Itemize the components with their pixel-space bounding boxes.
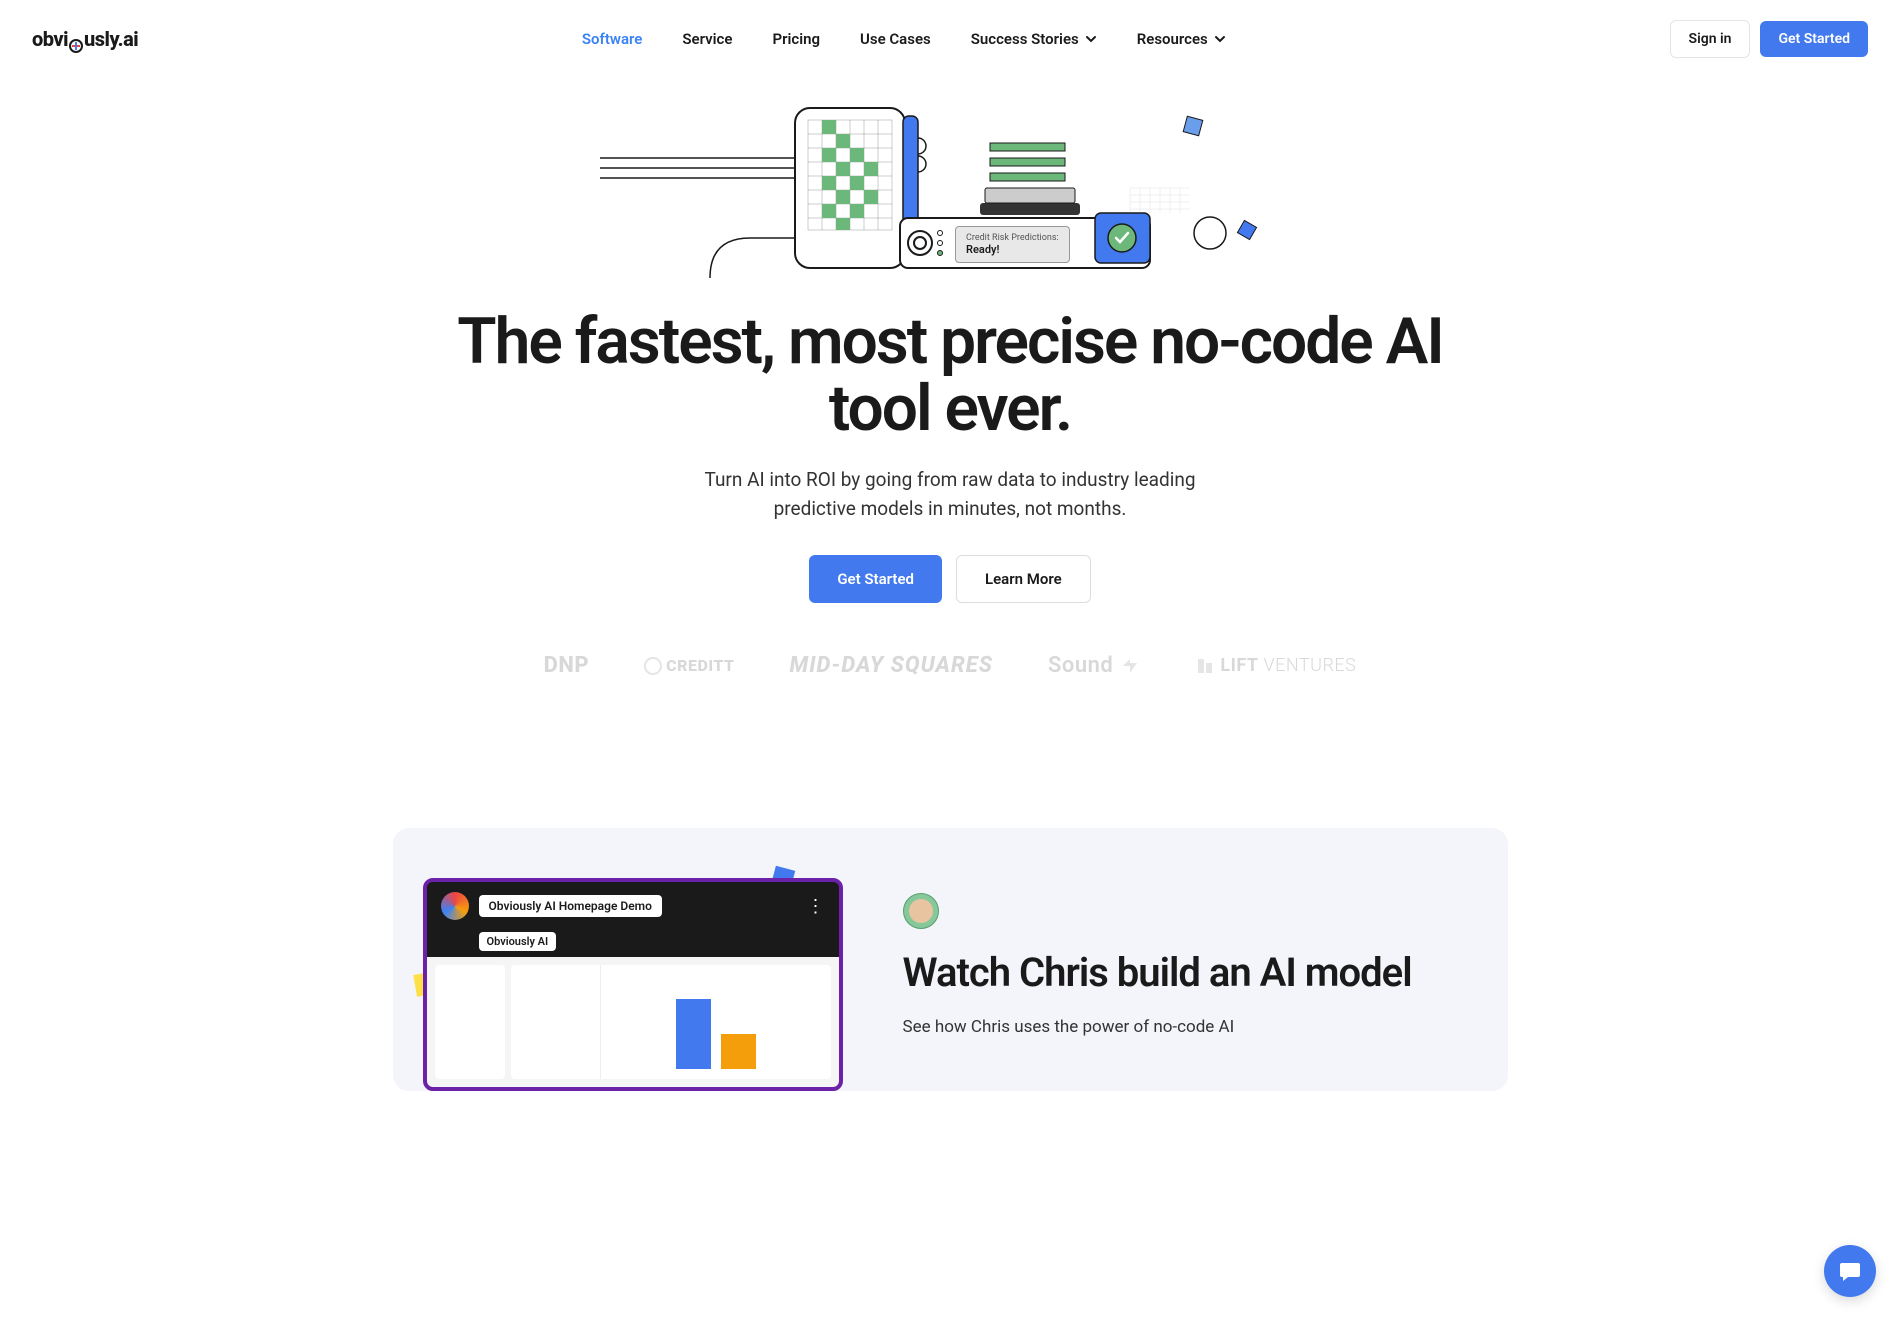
nav-use-cases[interactable]: Use Cases [860, 30, 931, 48]
logo-text-pre: obvi [32, 27, 68, 51]
nav-item-label: Service [682, 30, 732, 48]
hero-get-started-button[interactable]: Get Started [809, 555, 942, 603]
demo-video-player[interactable]: Obviously AI Homepage Demo ⋮ Obviously A… [423, 878, 843, 1091]
demo-app-sidebar [435, 965, 505, 1079]
client-logo-midday: MID-DAY SQUARES [790, 653, 993, 678]
nav-service[interactable]: Service [682, 30, 732, 48]
demo-text: See how Chris uses the power of no-code … [903, 1015, 1438, 1041]
chat-widget-button[interactable] [1824, 1245, 1876, 1297]
demo-heading: Watch Chris build an AI model [903, 951, 1438, 995]
demo-bar [721, 1034, 756, 1069]
demo-chart [601, 965, 831, 1079]
video-menu-icon[interactable]: ⋮ [807, 896, 825, 917]
client-logo-lift: LIFT VENTURES [1196, 655, 1356, 676]
chevron-down-icon [1214, 33, 1226, 45]
get-started-button[interactable]: Get Started [1760, 21, 1868, 57]
demo-content: Watch Chris build an AI model See how Ch… [903, 878, 1438, 1041]
client-logo-creditt: CREDITT [644, 656, 734, 675]
chat-icon [1838, 1259, 1862, 1283]
logo-icon [69, 34, 83, 48]
client-logos: DNP CREDITT MID-DAY SQUARES Sound LIFT V… [420, 653, 1480, 678]
hero-subtitle: Turn AI into ROI by going from raw data … [670, 466, 1230, 523]
nav-item-label: Resources [1137, 30, 1208, 48]
hero-actions: Get Started Learn More [420, 555, 1480, 603]
nav-item-label: Use Cases [860, 30, 931, 48]
video-player-subtitle: Obviously AI [479, 932, 557, 951]
client-logo-dnp: DNP [544, 653, 590, 678]
hero-learn-more-button[interactable]: Learn More [956, 555, 1091, 603]
main-nav: Software Service Pricing Use Cases Succe… [582, 30, 1226, 48]
video-player-body [427, 957, 839, 1087]
demo-section: Obviously AI Homepage Demo ⋮ Obviously A… [393, 828, 1508, 1091]
badge-label: Credit Risk Predictions: [966, 233, 1059, 243]
nav-software[interactable]: Software [582, 30, 642, 48]
client-logo-sound: Sound [1048, 653, 1141, 678]
video-player-title: Obviously AI Homepage Demo [479, 895, 662, 917]
signin-button[interactable]: Sign in [1670, 20, 1751, 58]
hero-illustration: Credit Risk Predictions: Ready! [420, 98, 1480, 278]
illustration-status-badge: Credit Risk Predictions: Ready! [955, 226, 1070, 263]
badge-value: Ready! [966, 243, 1059, 256]
logo[interactable]: obvi usly.ai [32, 27, 138, 51]
nav-pricing[interactable]: Pricing [772, 30, 820, 48]
video-player-header: Obviously AI Homepage Demo ⋮ [427, 882, 839, 930]
demo-bar [676, 999, 711, 1069]
presenter-avatar [903, 893, 939, 929]
nav-item-label: Software [582, 30, 642, 48]
demo-video-container: Obviously AI Homepage Demo ⋮ Obviously A… [423, 878, 843, 1091]
nav-success-stories[interactable]: Success Stories [971, 30, 1097, 48]
hero-section: Credit Risk Predictions: Ready! The fast… [400, 78, 1500, 738]
chevron-down-icon [1085, 33, 1097, 45]
hero-title: The fastest, most precise no-code AI too… [420, 308, 1480, 442]
nav-resources[interactable]: Resources [1137, 30, 1226, 48]
logo-text-post: usly.ai [84, 27, 138, 51]
nav-item-label: Pricing [772, 30, 820, 48]
header-actions: Sign in Get Started [1670, 20, 1868, 58]
nav-item-label: Success Stories [971, 30, 1079, 48]
video-player-avatar [441, 892, 469, 920]
demo-app-main [511, 965, 831, 1079]
site-header: obvi usly.ai Software Service Pricing Us… [0, 0, 1900, 78]
